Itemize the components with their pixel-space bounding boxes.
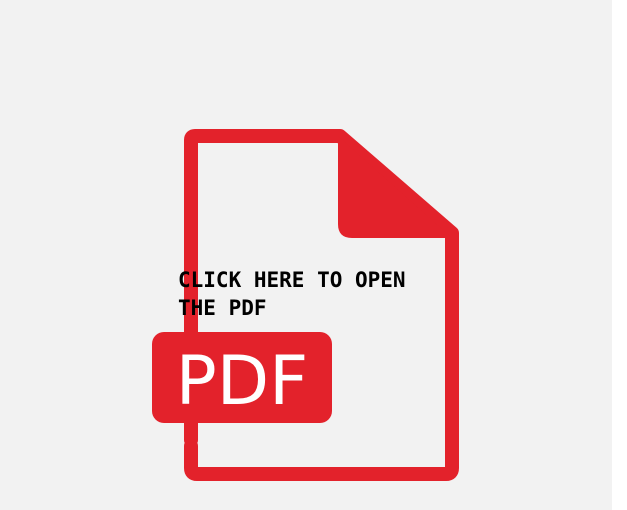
pdf-badge-label: PDF: [176, 342, 308, 421]
pdf-file-icon[interactable]: PDF: [0, 0, 612, 510]
folded-corner: [338, 136, 452, 238]
open-pdf-link[interactable]: CLICK HERE TO OPEN THE PDF: [178, 266, 448, 322]
